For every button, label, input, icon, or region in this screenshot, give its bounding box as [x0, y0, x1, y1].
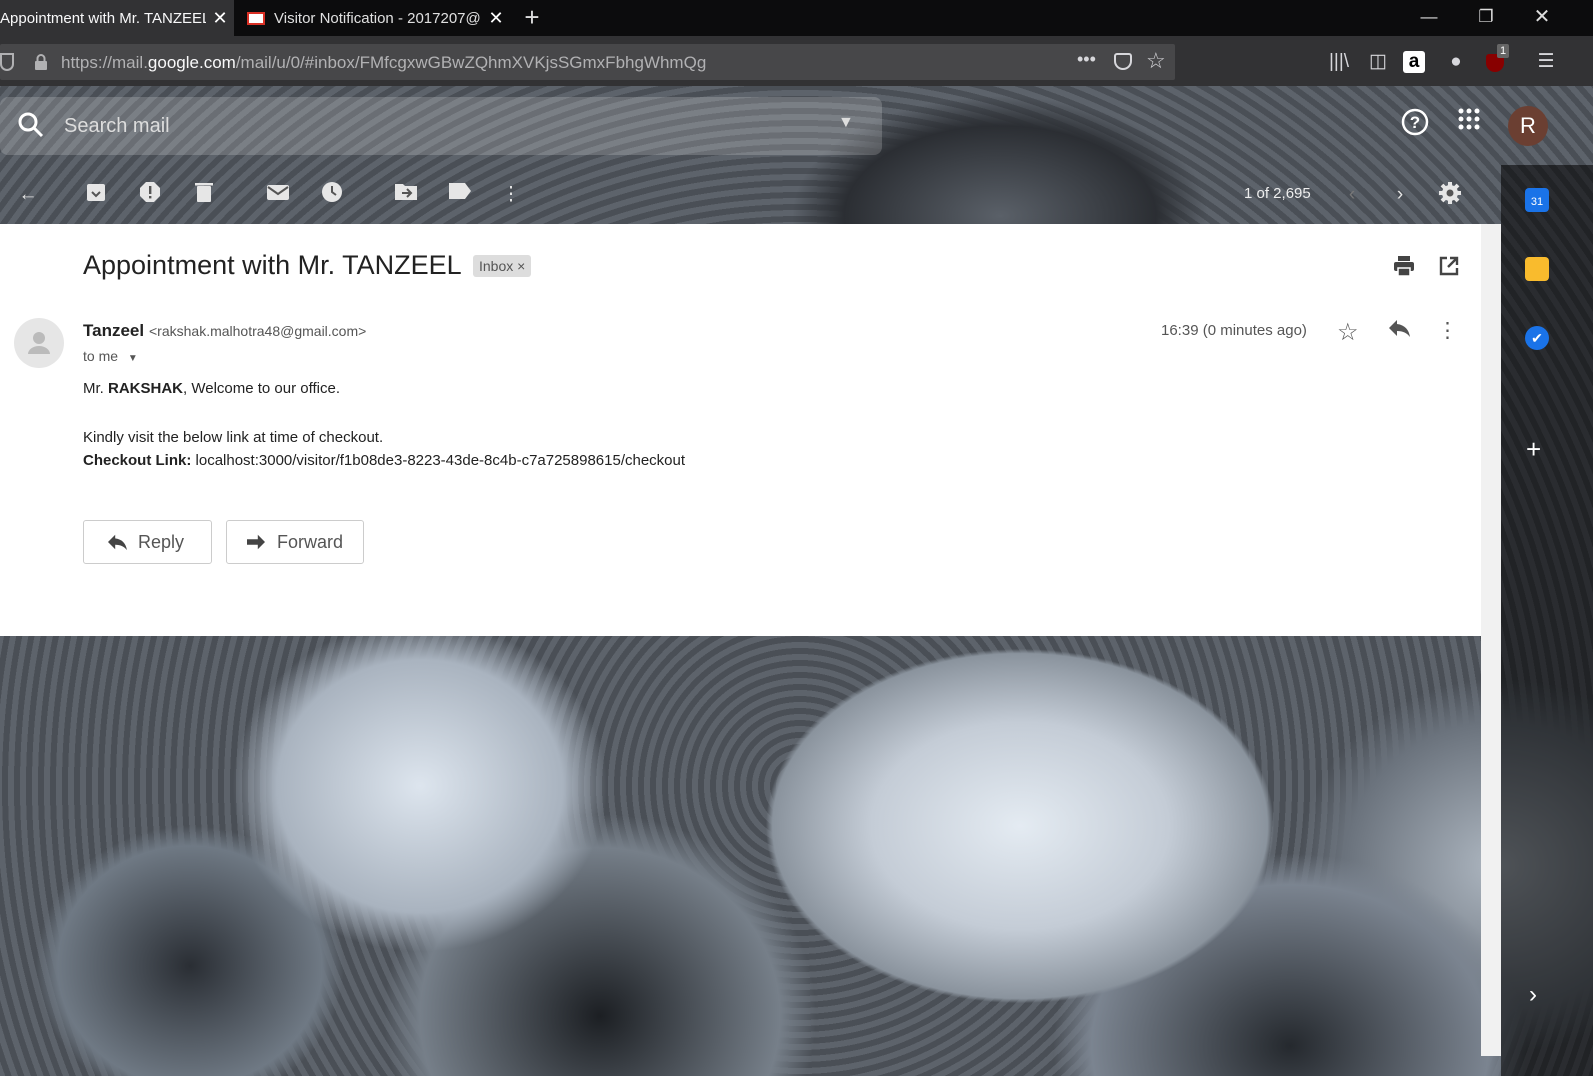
- mark-unread-icon[interactable]: [265, 181, 291, 209]
- url-bar[interactable]: https://mail.google.com/mail/u/0/#inbox/…: [0, 44, 1175, 80]
- visitor-name: RAKSHAK: [108, 380, 183, 397]
- message-subject: Appointment with Mr. TANZEEL: [83, 250, 462, 280]
- reply-icon[interactable]: [1387, 318, 1411, 344]
- help-icon[interactable]: ?: [1397, 108, 1433, 144]
- page-actions-icon[interactable]: •••: [1077, 49, 1096, 70]
- label-icon[interactable]: [447, 181, 473, 209]
- close-window-icon[interactable]: ✕: [1514, 0, 1570, 34]
- search-options-icon[interactable]: ▼: [838, 114, 854, 132]
- inbox-label-chip[interactable]: Inbox ×: [473, 255, 532, 277]
- label-text: Inbox: [479, 258, 514, 274]
- reply-arrow-icon: [108, 534, 127, 551]
- open-new-window-icon[interactable]: [1438, 255, 1460, 283]
- message-timestamp: 16:39 (0 minutes ago): [1161, 322, 1307, 339]
- star-icon[interactable]: ☆: [1337, 318, 1359, 347]
- add-addon-icon[interactable]: +: [1526, 434, 1541, 465]
- sender-avatar: [14, 318, 64, 368]
- reply-button[interactable]: Reply: [83, 520, 212, 564]
- calendar-icon[interactable]: 31: [1525, 188, 1549, 212]
- back-arrow-icon[interactable]: ←: [15, 181, 41, 209]
- library-icon[interactable]: |||\: [1325, 48, 1353, 76]
- extension-badge: 1: [1497, 44, 1510, 58]
- recipient-line[interactable]: to me ▼: [83, 348, 138, 364]
- lock-icon[interactable]: [34, 54, 48, 70]
- search-input[interactable]: Search mail: [64, 115, 170, 138]
- checkout-label: Checkout Link:: [83, 452, 192, 469]
- remove-label-icon[interactable]: ×: [517, 258, 525, 274]
- tab-appointment[interactable]: Appointment with Mr. TANZEEL ✕: [0, 0, 234, 36]
- bookmark-star-icon[interactable]: ☆: [1146, 48, 1166, 74]
- tab-title: Appointment with Mr. TANZEEL: [0, 9, 206, 27]
- pagination-text: 1 of 2,695: [1244, 185, 1311, 202]
- search-icon[interactable]: [16, 110, 46, 140]
- minimize-icon[interactable]: —: [1401, 0, 1457, 34]
- restore-icon[interactable]: ❐: [1458, 0, 1514, 34]
- shield-icon[interactable]: [0, 53, 14, 71]
- forward-button[interactable]: Forward: [226, 520, 364, 564]
- expand-panel-icon[interactable]: ›: [1529, 981, 1537, 1009]
- new-tab-button[interactable]: +: [518, 2, 546, 32]
- side-panel: [1501, 165, 1593, 1076]
- account-avatar[interactable]: R: [1508, 106, 1548, 146]
- amazon-icon[interactable]: a: [1403, 51, 1425, 73]
- greeting-line: Mr. RAKSHAK, Welcome to our office.: [83, 380, 341, 397]
- settings-gear-icon[interactable]: [1437, 181, 1463, 209]
- tab-visitor-notification[interactable]: Visitor Notification - 2017207@ ✕: [235, 0, 510, 36]
- newer-chevron-icon[interactable]: ‹: [1339, 181, 1365, 209]
- recipient-text: to me: [83, 348, 119, 364]
- print-icon[interactable]: [1393, 255, 1415, 283]
- sender-name[interactable]: Tanzeel: [83, 321, 144, 341]
- message-more-icon[interactable]: ⋮: [1437, 318, 1458, 343]
- report-spam-icon[interactable]: [137, 181, 163, 209]
- keep-icon[interactable]: [1525, 257, 1549, 281]
- snooze-icon[interactable]: [319, 181, 345, 209]
- apps-grid-icon[interactable]: [1451, 108, 1487, 144]
- checkout-line: Checkout Link: localhost:3000/visitor/f1…: [83, 452, 685, 469]
- archive-icon[interactable]: [83, 181, 109, 209]
- tab-close-icon[interactable]: ✕: [482, 8, 510, 29]
- browser-tab-bar: Appointment with Mr. TANZEEL ✕ Visitor N…: [0, 0, 1593, 36]
- tasks-icon[interactable]: ✔: [1525, 326, 1549, 350]
- delete-icon[interactable]: [191, 181, 217, 209]
- pocket-icon[interactable]: [1114, 53, 1132, 70]
- more-options-icon[interactable]: ⋮: [498, 181, 524, 209]
- svg-text:?: ?: [1410, 113, 1420, 132]
- gmail-favicon-icon: [247, 11, 265, 25]
- checkout-link[interactable]: localhost:3000/visitor/f1b08de3-8223-43d…: [196, 452, 686, 469]
- url-text[interactable]: https://mail.google.com/mail/u/0/#inbox/…: [61, 53, 706, 73]
- forward-arrow-icon: [247, 534, 265, 550]
- menu-icon[interactable]: ☰: [1532, 48, 1560, 76]
- ublock-icon[interactable]: 1: [1482, 44, 1510, 76]
- instruction-line: Kindly visit the below link at time of c…: [83, 429, 384, 446]
- tab-title: Visitor Notification - 2017207@: [274, 9, 481, 27]
- older-chevron-icon[interactable]: ›: [1387, 181, 1413, 209]
- sidebar-icon[interactable]: ◫: [1364, 48, 1392, 76]
- sender-email: <rakshak.malhotra48@gmail.com>: [149, 323, 367, 339]
- tab-close-icon[interactable]: ✕: [206, 8, 234, 29]
- recipient-details-icon[interactable]: ▼: [128, 353, 138, 364]
- scrollbar[interactable]: [1481, 224, 1501, 1056]
- reply-label: Reply: [138, 531, 185, 552]
- account-icon[interactable]: ●: [1442, 48, 1470, 76]
- forward-label: Forward: [277, 531, 344, 552]
- move-to-icon[interactable]: [393, 181, 419, 209]
